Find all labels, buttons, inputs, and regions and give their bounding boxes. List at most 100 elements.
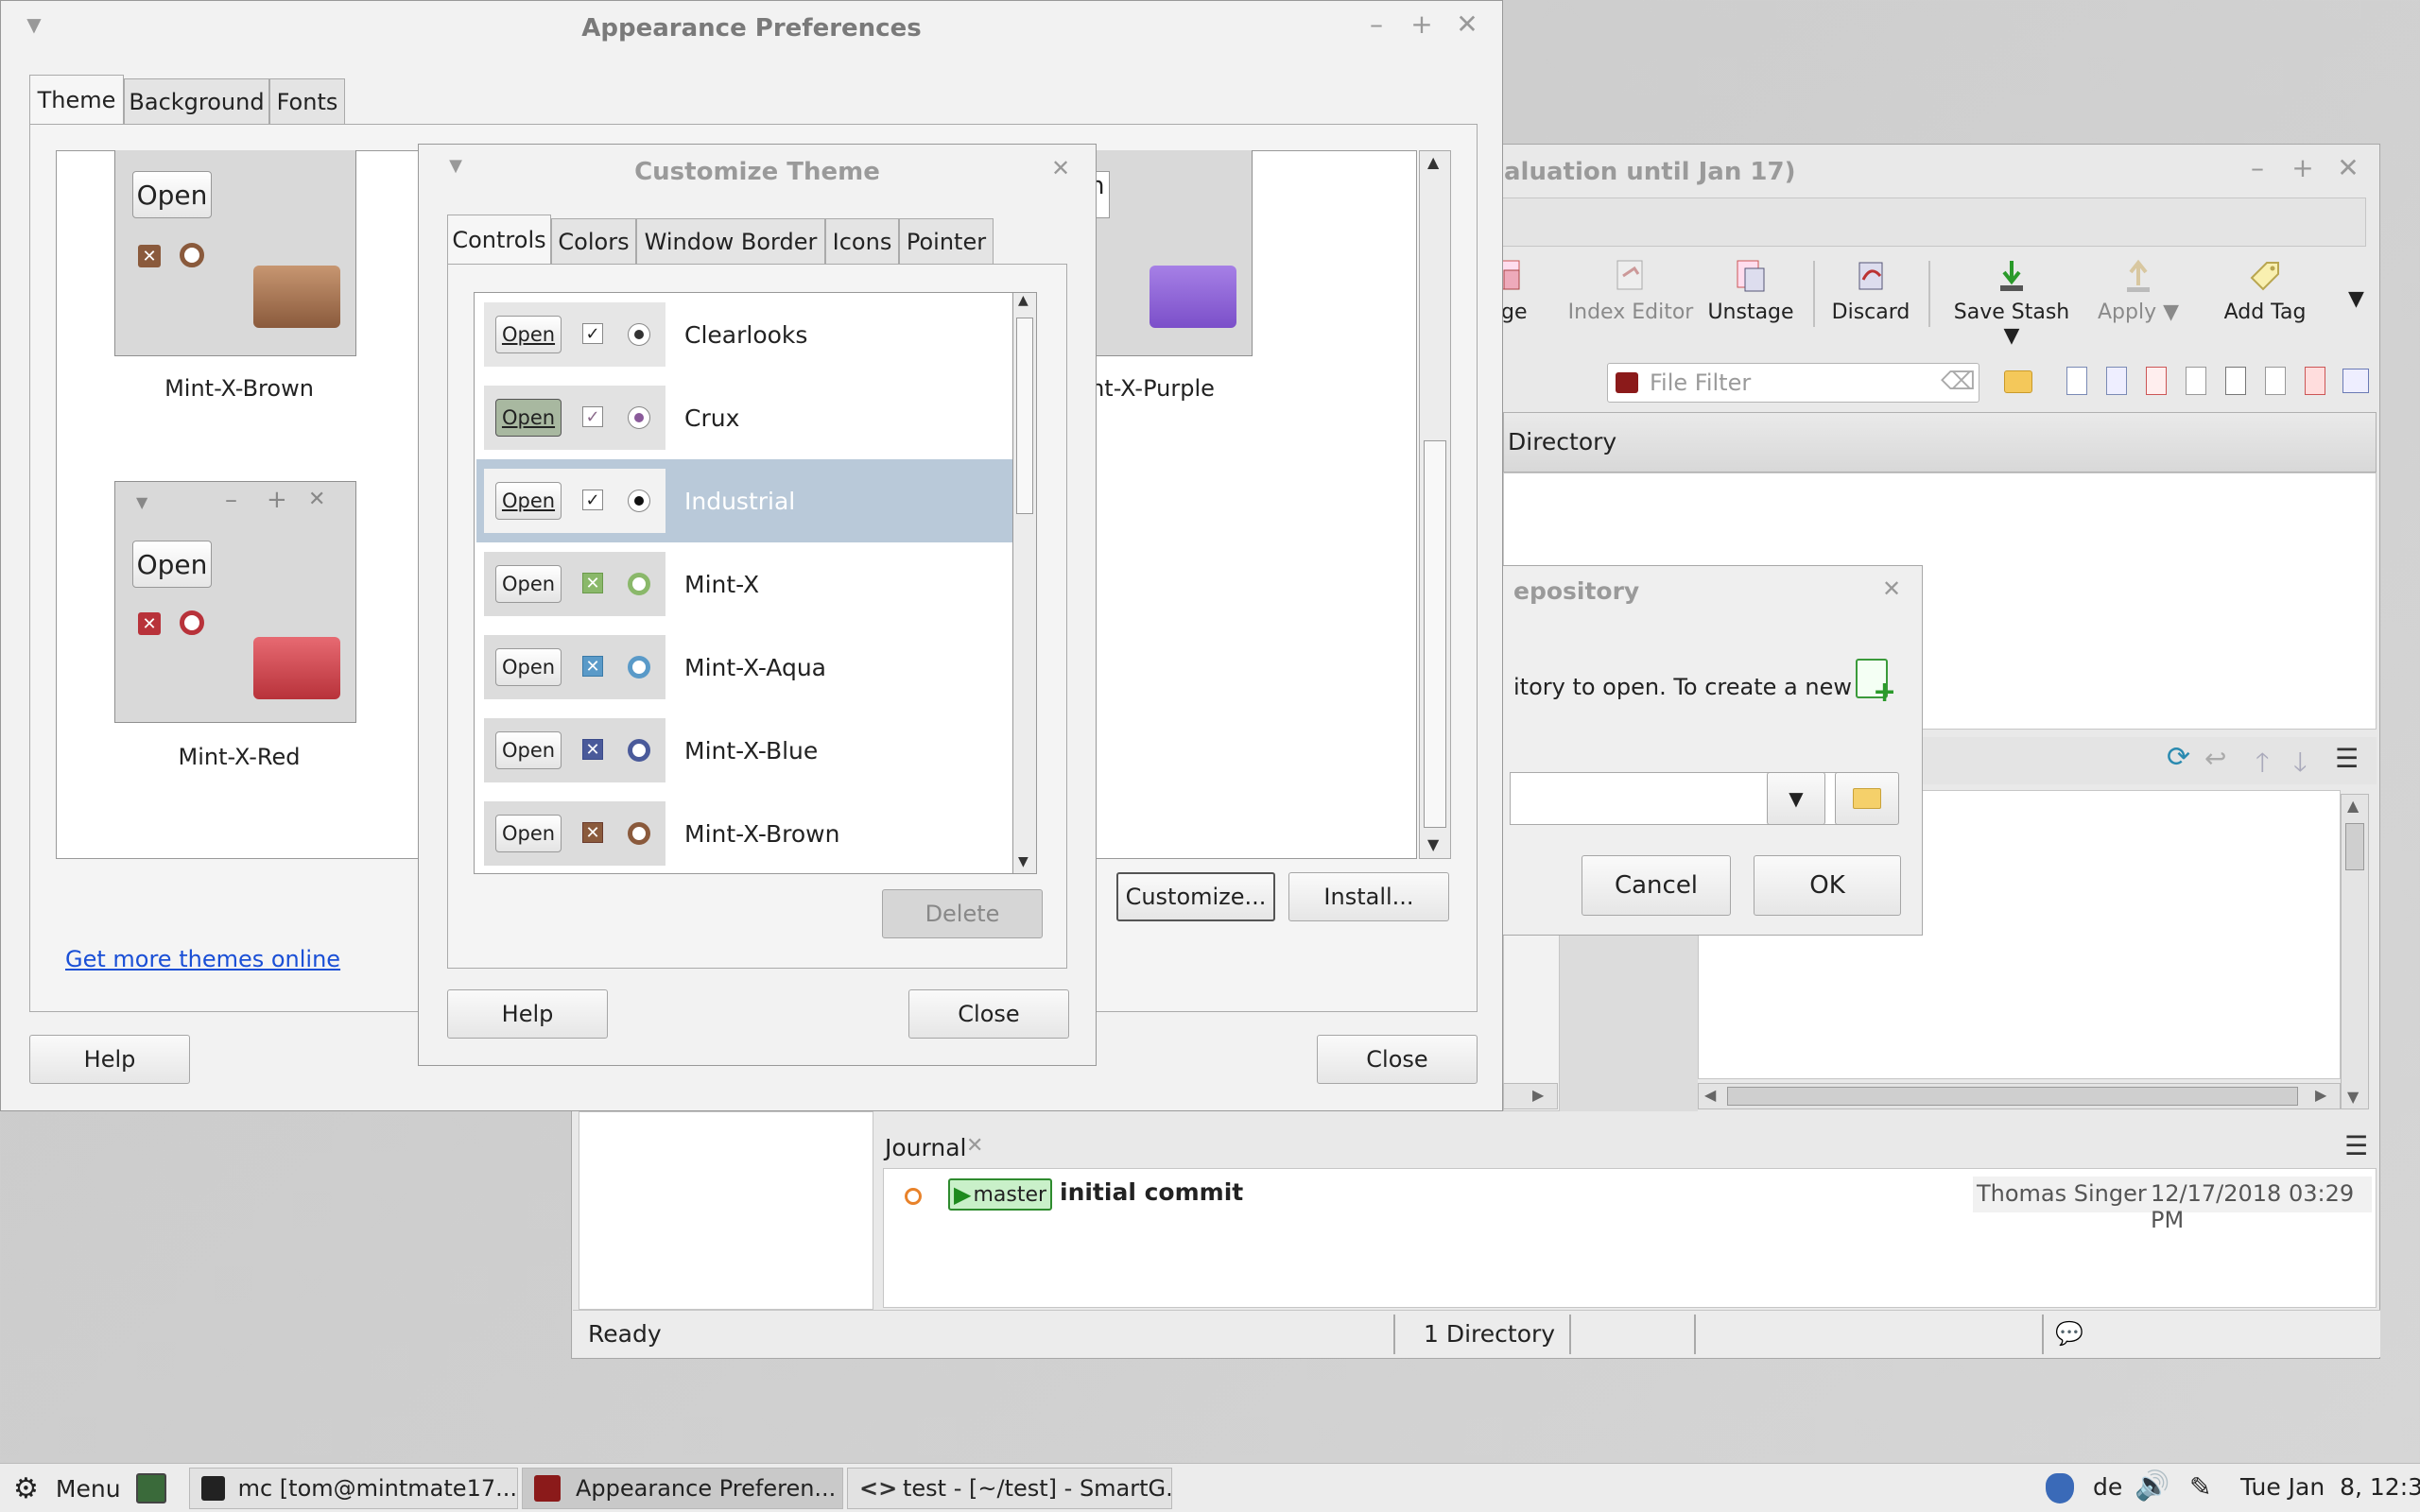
customize-button[interactable]: Customize... xyxy=(1116,872,1275,921)
radio-icon xyxy=(180,610,204,635)
tab-background[interactable]: Background xyxy=(124,78,269,124)
file-modified-icon[interactable] xyxy=(2106,367,2127,395)
apply-button[interactable]: Apply ▼ xyxy=(2089,257,2187,342)
customize-titlebar[interactable]: Customize Theme xyxy=(419,150,1096,194)
tab-window-border[interactable]: Window Border xyxy=(636,218,825,264)
cancel-button[interactable]: Cancel xyxy=(1582,855,1731,916)
minimize-icon[interactable]: – xyxy=(1362,10,1391,39)
scroll-down-icon[interactable]: ▼ xyxy=(1018,854,1028,869)
tab-colors[interactable]: Colors xyxy=(551,218,636,264)
scroll-down-icon[interactable]: ▼ xyxy=(2347,1088,2359,1106)
list-item-mint-x-aqua[interactable]: Open ✕ Mint-X-Aqua xyxy=(476,626,1030,709)
task-appearance[interactable]: Appearance Preferen... xyxy=(522,1468,843,1509)
list-item-mint-x-blue[interactable]: Open ✕ Mint-X-Blue xyxy=(476,709,1030,792)
menu-button[interactable]: ⚙ Menu xyxy=(13,1469,121,1507)
journal-close-icon[interactable]: ✕ xyxy=(966,1134,983,1158)
file-removed-icon[interactable] xyxy=(2265,367,2286,395)
notification-icon[interactable]: 💬 xyxy=(2055,1320,2083,1347)
file-conflict-icon[interactable] xyxy=(2146,367,2167,395)
theme-thumb-mint-x-red[interactable]: ▼ – + ✕ Open ✕ xyxy=(114,481,356,723)
list-item-clearlooks[interactable]: Open ✓ Clearlooks xyxy=(476,293,1030,376)
open-folder-icon[interactable] xyxy=(2004,370,2032,393)
file-untracked-icon[interactable] xyxy=(2186,367,2206,395)
tab-pointer[interactable]: Pointer xyxy=(899,218,994,264)
close-button[interactable]: Close xyxy=(1317,1035,1478,1084)
list-item-industrial[interactable]: Open ✓ Industrial xyxy=(476,459,1030,542)
close-icon[interactable]: ✕ xyxy=(2334,154,2362,182)
gallery-scrollbar[interactable]: ▲ ▼ xyxy=(1419,150,1451,859)
hscroll-thumb[interactable] xyxy=(1727,1087,2298,1106)
theme-thumb-mint-x-purple[interactable]: n xyxy=(1088,150,1253,356)
scroll-up-icon[interactable]: ▲ xyxy=(2347,797,2359,815)
list-item-crux[interactable]: Open ✓ Crux xyxy=(476,376,1030,459)
scroll-right-icon[interactable]: ▶ xyxy=(2315,1086,2326,1104)
task-mc[interactable]: mc [tom@mintmate17... xyxy=(189,1468,518,1509)
file-ignored-icon[interactable] xyxy=(2225,367,2246,395)
directory-header-label: Directory xyxy=(1508,428,1617,455)
help-button[interactable]: Help xyxy=(447,989,608,1039)
refresh-icon[interactable]: ⟳ xyxy=(2167,741,2190,774)
discard-button[interactable]: Discard xyxy=(1830,257,1911,342)
up-icon[interactable]: 🡑 xyxy=(2256,743,2270,788)
toolbar-overflow-icon[interactable]: ▼ xyxy=(2348,287,2364,311)
delete-button[interactable]: Delete xyxy=(882,889,1043,938)
close-icon[interactable]: ✕ xyxy=(1453,10,1481,39)
index-editor-button[interactable]: Index Editor xyxy=(1564,257,1698,342)
window-menu-icon[interactable]: ▼ xyxy=(20,10,48,39)
volume-icon[interactable]: 🔊 xyxy=(2135,1469,2169,1503)
menu-icon[interactable]: ☰ xyxy=(2335,743,2359,774)
minimize-icon[interactable]: – xyxy=(2243,154,2272,182)
security-icon[interactable] xyxy=(2046,1473,2074,1503)
appearance-titlebar[interactable]: Appearance Preferences xyxy=(1,7,1502,50)
file-list-icon[interactable] xyxy=(2342,369,2369,393)
save-stash-button[interactable]: Save Stash ▼ xyxy=(1944,257,2080,348)
browse-folder-button[interactable] xyxy=(1835,772,1899,825)
task-smartgit[interactable]: <> test - [~/test] - SmartG... xyxy=(847,1468,1172,1509)
keyboard-layout[interactable]: de xyxy=(2093,1473,2122,1501)
unstage-button[interactable]: Unstage xyxy=(1707,257,1794,342)
scroll-up-icon[interactable]: ▲ xyxy=(1018,293,1028,308)
tab-controls[interactable]: Controls xyxy=(447,215,551,264)
repo-dialog-close-icon[interactable]: ✕ xyxy=(1882,576,1901,602)
close-button[interactable]: Close xyxy=(908,989,1069,1039)
close-icon[interactable]: ✕ xyxy=(1046,154,1075,182)
diff-vscroll[interactable]: ▲ ▼ xyxy=(2341,794,2369,1109)
scroll-thumb[interactable] xyxy=(2345,823,2364,870)
tab-icons[interactable]: Icons xyxy=(825,218,899,264)
add-tag-button[interactable]: Add Tag xyxy=(2212,257,2318,342)
scroll-down-icon[interactable]: ▼ xyxy=(1427,835,1439,853)
clock[interactable]: Tue Jan 8, 12:30 xyxy=(2240,1473,2420,1501)
commit-row[interactable]: ▶ master initial commit Thomas Singer 12… xyxy=(888,1177,2372,1233)
file-icon[interactable] xyxy=(2066,367,2087,395)
show-desktop-icon[interactable] xyxy=(136,1473,166,1503)
repository-dropdown-button[interactable]: ▼ xyxy=(1767,772,1825,825)
journal-menu-icon[interactable]: ☰ xyxy=(2344,1130,2368,1161)
ok-button[interactable]: OK xyxy=(1754,855,1901,916)
scroll-right-icon[interactable]: ▶ xyxy=(1532,1086,1544,1104)
undo-icon[interactable]: ↩ xyxy=(2204,743,2226,774)
tab-fonts[interactable]: Fonts xyxy=(269,78,345,124)
tab-theme[interactable]: Theme xyxy=(29,75,124,124)
list-scrollbar[interactable]: ▲ ▼ xyxy=(1012,292,1037,874)
network-icon[interactable]: ✎ xyxy=(2189,1471,2211,1503)
scroll-thumb[interactable] xyxy=(1016,318,1033,514)
install-button[interactable]: Install... xyxy=(1288,872,1449,921)
maximize-icon[interactable]: + xyxy=(1408,10,1436,39)
maximize-icon[interactable]: + xyxy=(2289,154,2317,182)
theme-thumb-mint-x-brown[interactable]: Open ✕ xyxy=(114,150,356,356)
list-item-mint-x[interactable]: Open ✕ Mint-X xyxy=(476,542,1030,626)
window-menu-icon[interactable]: ▼ xyxy=(441,152,470,180)
scroll-left-icon[interactable]: ◀ xyxy=(1704,1086,1716,1104)
clear-filter-icon[interactable]: ⌫ xyxy=(1941,368,1976,396)
down-icon[interactable]: 🡓 xyxy=(2293,743,2308,788)
scroll-thumb[interactable] xyxy=(1424,440,1446,828)
diff-hscroll[interactable]: ◀ ▶ xyxy=(1698,1083,2341,1109)
get-more-themes-link[interactable]: Get more themes online xyxy=(65,946,340,972)
scroll-up-icon[interactable]: ▲ xyxy=(1427,153,1439,171)
theme-name: Industrial xyxy=(684,487,796,515)
file-deleted-icon[interactable] xyxy=(2305,367,2325,395)
list-item-mint-x-brown[interactable]: Open ✕ Mint-X-Brown xyxy=(476,792,1030,873)
help-button[interactable]: Help xyxy=(29,1035,190,1084)
file-filter-field[interactable]: File Filter ⌫ xyxy=(1607,363,1979,403)
left-hscroll[interactable]: ▶ xyxy=(1503,1083,1558,1109)
